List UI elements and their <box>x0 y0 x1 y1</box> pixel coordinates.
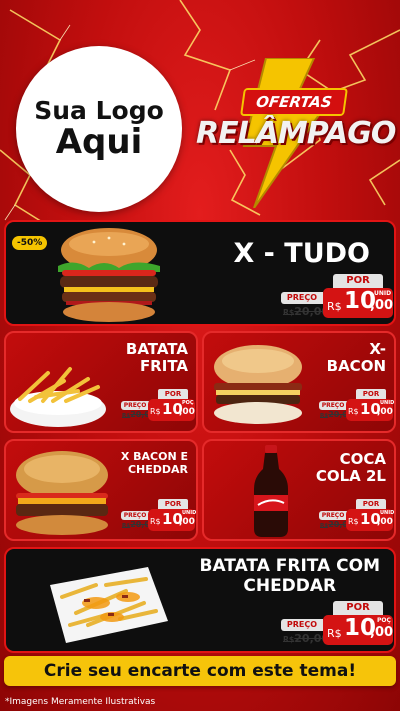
logo-text-line2: Aqui <box>55 122 143 163</box>
por-label: POR <box>158 389 188 399</box>
price-box: R$ 10 ,00 POÇ <box>323 615 393 645</box>
product-name: X - TUDO <box>233 238 370 269</box>
preco-label: PREÇO <box>319 511 347 520</box>
price-tag: POR PREÇO R$20,00 R$ 10 ,00 POÇ <box>121 389 196 423</box>
product-name: X- BACON <box>326 340 386 376</box>
price-tag: POR PREÇO R$20,00 R$ 10 ,00 UNID <box>121 499 196 533</box>
price-tag: POR PREÇO R$20,00 R$ 10 ,00 UNID <box>319 389 394 423</box>
price-tag: POR PREÇO R$20,00 R$ 10 ,00 UNID <box>281 274 394 324</box>
product-card-x-bacon[interactable]: X- BACON POR PREÇO R$20,00 R$ 10 ,00 UNI… <box>202 331 396 433</box>
price-box: R$ 10 ,00 UNID <box>346 509 394 531</box>
por-label: POR <box>158 499 188 509</box>
product-name-line1: BATATA <box>125 340 188 358</box>
burger-image <box>58 228 160 322</box>
cheddar-fries-image <box>50 567 168 643</box>
product-name: COCA COLA 2L <box>315 450 386 486</box>
product-name-line2: FRITA <box>139 357 188 376</box>
preco-label: PREÇO <box>281 292 323 304</box>
cheddar-burger-image <box>16 451 108 535</box>
product-name-line1: X BACON E <box>120 450 188 463</box>
por-label: POR <box>333 274 383 288</box>
price-box: R$ 10 ,00 POÇ <box>148 399 195 421</box>
price-box: R$ 10 ,00 UNID <box>346 399 394 421</box>
preco-label: PREÇO <box>319 401 347 410</box>
preco-label: PREÇO <box>281 619 323 631</box>
flash-offers-title: OFERTAS RELÂMPAGO <box>196 58 396 208</box>
logo-placeholder: Sua Logo Aqui <box>16 46 182 212</box>
por-label: POR <box>356 499 386 509</box>
product-name-line2: CHEDDAR <box>243 575 337 596</box>
cta-banner[interactable]: Crie seu encarte com este tema! <box>4 656 396 686</box>
por-label: POR <box>333 601 383 615</box>
product-name: BATATA FRITA <box>125 340 188 376</box>
product-name-line1: BATATA FRITA COM <box>199 556 380 576</box>
preco-label: PREÇO <box>121 511 149 520</box>
product-card-x-bacon-cheddar[interactable]: X BACON E CHEDDAR POR PREÇO R$20,00 R$ 1… <box>4 439 198 541</box>
price-box: R$ 10 ,00 UNID <box>148 509 196 531</box>
product-name-line2: BACON <box>326 357 386 376</box>
relampago-title: RELÂMPAGO <box>196 116 396 151</box>
fries-image <box>10 367 106 427</box>
product-card-batata-frita[interactable]: BATATA FRITA POR PREÇO R$20,00 R$ 10 ,00… <box>4 331 198 433</box>
price-tag: POR PREÇO R$20,00 R$ 10 ,00 UNID <box>319 499 394 533</box>
price-box: R$ 10 ,00 UNID <box>323 288 393 318</box>
bacon-burger-image <box>214 345 302 424</box>
ofertas-tag: OFERTAS <box>240 88 348 116</box>
product-name-line1: COCA <box>339 450 386 468</box>
price-tag: POR PREÇO R$20,00 R$ 10 ,00 POÇ <box>281 601 394 651</box>
product-name-line1: X- <box>369 340 386 358</box>
soda-bottle-image <box>254 445 288 537</box>
product-card-x-tudo[interactable]: -50% X - TUDO POR PREÇO R$20,00 R$ 10 ,0… <box>4 220 396 326</box>
discount-badge: -50% <box>12 236 48 250</box>
product-name: X BACON E CHEDDAR <box>120 450 188 476</box>
product-name: BATATA FRITA COM CHEDDAR <box>199 556 380 596</box>
product-card-coca-cola[interactable]: COCA COLA 2L POR PREÇO R$20,00 R$ 10 ,00… <box>202 439 396 541</box>
product-name-line2: CHEDDAR <box>127 462 188 476</box>
product-name-line2: COLA 2L <box>315 467 386 486</box>
footnote: *Imagens Meramente Ilustrativas <box>5 697 156 707</box>
logo-text-line1: Sua Logo <box>34 95 164 125</box>
por-label: POR <box>356 389 386 399</box>
product-card-batata-cheddar[interactable]: BATATA FRITA COM CHEDDAR POR PREÇO R$20,… <box>4 547 396 653</box>
preco-label: PREÇO <box>121 401 149 410</box>
